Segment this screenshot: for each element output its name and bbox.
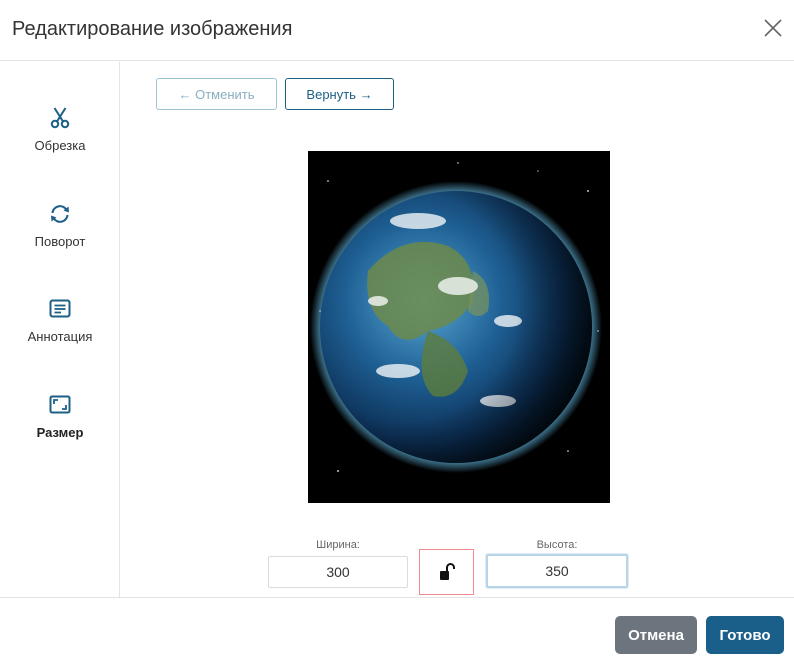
sidebar-item-crop[interactable]: Обрезка [0,106,120,153]
dialog-title: Редактирование изображения [12,18,293,40]
cancel-button[interactable]: Отмена [615,616,697,654]
done-button[interactable]: Готово [706,616,784,654]
image-preview [308,151,610,503]
scissors-icon [50,107,70,129]
sidebar-item-rotate[interactable]: Поворот [0,202,120,249]
dialog-header: Редактирование изображения [0,0,794,61]
sidebar-item-label: Поворот [34,234,86,249]
undo-button[interactable]: ← Отменить [156,78,277,110]
sidebar-item-label: Размер [36,425,84,440]
sidebar-item-annotation[interactable]: Аннотация [0,297,120,344]
sidebar-item-resize[interactable]: Размер [0,393,120,440]
width-input[interactable] [268,556,408,588]
resize-icon [49,395,71,414]
height-label: Высота: [536,539,578,551]
aspect-lock-button[interactable] [419,549,474,595]
width-label: Ширина: [316,539,360,551]
redo-button[interactable]: Вернуть → [285,78,394,110]
close-icon[interactable] [762,17,784,39]
rotate-icon [51,205,69,223]
earth-image [308,151,610,503]
editor-area: ← Отменить Вернуть → Ширина: 300 Высота:… [121,62,794,597]
annotation-icon [49,299,71,318]
unlock-icon [439,563,455,580]
tool-sidebar: Обрезка Поворот Аннотация Размер [0,62,120,597]
dialog-footer: Отмена Готово [0,597,794,661]
sidebar-item-label: Обрезка [34,138,86,153]
height-input[interactable] [486,554,628,588]
sidebar-item-label: Аннотация [27,329,93,344]
